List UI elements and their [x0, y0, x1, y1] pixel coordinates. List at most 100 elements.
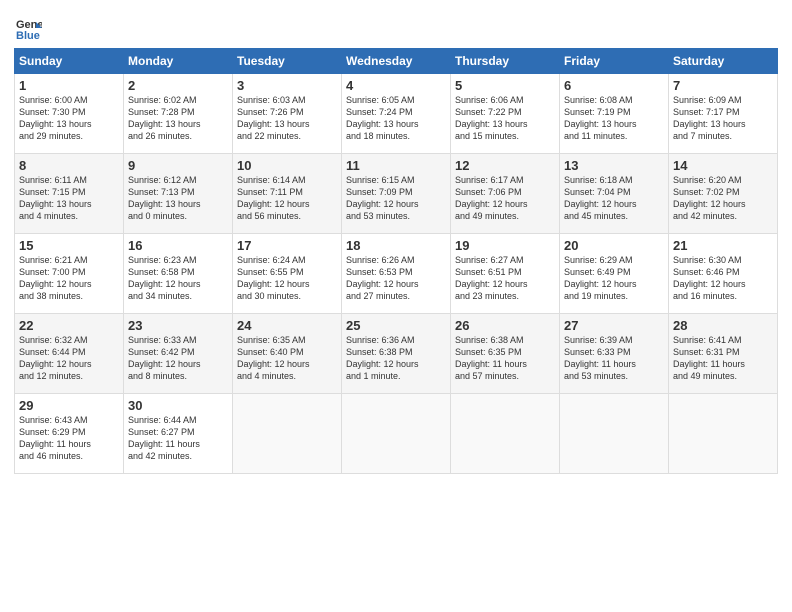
calendar-cell: 21Sunrise: 6:30 AM Sunset: 6:46 PM Dayli… — [669, 234, 778, 314]
day-header-thursday: Thursday — [451, 49, 560, 74]
day-info: Sunrise: 6:43 AM Sunset: 6:29 PM Dayligh… — [19, 414, 119, 463]
day-info: Sunrise: 6:08 AM Sunset: 7:19 PM Dayligh… — [564, 94, 664, 143]
day-number: 24 — [237, 318, 337, 333]
calendar-cell: 7Sunrise: 6:09 AM Sunset: 7:17 PM Daylig… — [669, 74, 778, 154]
week-row: 1Sunrise: 6:00 AM Sunset: 7:30 PM Daylig… — [15, 74, 778, 154]
day-number: 21 — [673, 238, 773, 253]
day-info: Sunrise: 6:41 AM Sunset: 6:31 PM Dayligh… — [673, 334, 773, 383]
calendar-cell: 22Sunrise: 6:32 AM Sunset: 6:44 PM Dayli… — [15, 314, 124, 394]
day-number: 30 — [128, 398, 228, 413]
day-number: 7 — [673, 78, 773, 93]
page-container: General Blue SundayMondayTuesdayWednesda… — [0, 0, 792, 484]
day-number: 26 — [455, 318, 555, 333]
day-header-tuesday: Tuesday — [233, 49, 342, 74]
day-info: Sunrise: 6:21 AM Sunset: 7:00 PM Dayligh… — [19, 254, 119, 303]
day-info: Sunrise: 6:18 AM Sunset: 7:04 PM Dayligh… — [564, 174, 664, 223]
day-info: Sunrise: 6:12 AM Sunset: 7:13 PM Dayligh… — [128, 174, 228, 223]
logo-icon: General Blue — [14, 14, 42, 42]
day-info: Sunrise: 6:38 AM Sunset: 6:35 PM Dayligh… — [455, 334, 555, 383]
calendar-cell: 4Sunrise: 6:05 AM Sunset: 7:24 PM Daylig… — [342, 74, 451, 154]
calendar-cell: 1Sunrise: 6:00 AM Sunset: 7:30 PM Daylig… — [15, 74, 124, 154]
calendar-cell: 15Sunrise: 6:21 AM Sunset: 7:00 PM Dayli… — [15, 234, 124, 314]
calendar-cell: 30Sunrise: 6:44 AM Sunset: 6:27 PM Dayli… — [124, 394, 233, 474]
day-info: Sunrise: 6:36 AM Sunset: 6:38 PM Dayligh… — [346, 334, 446, 383]
day-info: Sunrise: 6:30 AM Sunset: 6:46 PM Dayligh… — [673, 254, 773, 303]
day-info: Sunrise: 6:15 AM Sunset: 7:09 PM Dayligh… — [346, 174, 446, 223]
day-number: 25 — [346, 318, 446, 333]
day-info: Sunrise: 6:11 AM Sunset: 7:15 PM Dayligh… — [19, 174, 119, 223]
day-info: Sunrise: 6:29 AM Sunset: 6:49 PM Dayligh… — [564, 254, 664, 303]
day-number: 27 — [564, 318, 664, 333]
calendar-cell: 18Sunrise: 6:26 AM Sunset: 6:53 PM Dayli… — [342, 234, 451, 314]
calendar-cell: 9Sunrise: 6:12 AM Sunset: 7:13 PM Daylig… — [124, 154, 233, 234]
calendar-cell: 10Sunrise: 6:14 AM Sunset: 7:11 PM Dayli… — [233, 154, 342, 234]
day-info: Sunrise: 6:02 AM Sunset: 7:28 PM Dayligh… — [128, 94, 228, 143]
day-header-sunday: Sunday — [15, 49, 124, 74]
day-number: 14 — [673, 158, 773, 173]
week-row: 29Sunrise: 6:43 AM Sunset: 6:29 PM Dayli… — [15, 394, 778, 474]
day-number: 8 — [19, 158, 119, 173]
calendar-header: SundayMondayTuesdayWednesdayThursdayFrid… — [15, 49, 778, 74]
header: General Blue — [14, 10, 778, 42]
day-info: Sunrise: 6:32 AM Sunset: 6:44 PM Dayligh… — [19, 334, 119, 383]
day-info: Sunrise: 6:05 AM Sunset: 7:24 PM Dayligh… — [346, 94, 446, 143]
day-info: Sunrise: 6:33 AM Sunset: 6:42 PM Dayligh… — [128, 334, 228, 383]
day-number: 16 — [128, 238, 228, 253]
header-row: SundayMondayTuesdayWednesdayThursdayFrid… — [15, 49, 778, 74]
day-info: Sunrise: 6:24 AM Sunset: 6:55 PM Dayligh… — [237, 254, 337, 303]
day-header-wednesday: Wednesday — [342, 49, 451, 74]
day-info: Sunrise: 6:39 AM Sunset: 6:33 PM Dayligh… — [564, 334, 664, 383]
day-info: Sunrise: 6:23 AM Sunset: 6:58 PM Dayligh… — [128, 254, 228, 303]
day-info: Sunrise: 6:00 AM Sunset: 7:30 PM Dayligh… — [19, 94, 119, 143]
calendar-cell — [451, 394, 560, 474]
day-number: 15 — [19, 238, 119, 253]
calendar-cell: 2Sunrise: 6:02 AM Sunset: 7:28 PM Daylig… — [124, 74, 233, 154]
calendar-cell: 28Sunrise: 6:41 AM Sunset: 6:31 PM Dayli… — [669, 314, 778, 394]
calendar-cell: 23Sunrise: 6:33 AM Sunset: 6:42 PM Dayli… — [124, 314, 233, 394]
day-number: 20 — [564, 238, 664, 253]
day-number: 11 — [346, 158, 446, 173]
day-number: 4 — [346, 78, 446, 93]
calendar-cell: 29Sunrise: 6:43 AM Sunset: 6:29 PM Dayli… — [15, 394, 124, 474]
day-number: 1 — [19, 78, 119, 93]
day-info: Sunrise: 6:20 AM Sunset: 7:02 PM Dayligh… — [673, 174, 773, 223]
calendar-cell: 17Sunrise: 6:24 AM Sunset: 6:55 PM Dayli… — [233, 234, 342, 314]
day-number: 18 — [346, 238, 446, 253]
calendar-cell: 20Sunrise: 6:29 AM Sunset: 6:49 PM Dayli… — [560, 234, 669, 314]
week-row: 15Sunrise: 6:21 AM Sunset: 7:00 PM Dayli… — [15, 234, 778, 314]
day-number: 6 — [564, 78, 664, 93]
calendar-cell — [669, 394, 778, 474]
day-info: Sunrise: 6:26 AM Sunset: 6:53 PM Dayligh… — [346, 254, 446, 303]
calendar-cell: 24Sunrise: 6:35 AM Sunset: 6:40 PM Dayli… — [233, 314, 342, 394]
calendar-cell: 11Sunrise: 6:15 AM Sunset: 7:09 PM Dayli… — [342, 154, 451, 234]
day-number: 23 — [128, 318, 228, 333]
calendar-body: 1Sunrise: 6:00 AM Sunset: 7:30 PM Daylig… — [15, 74, 778, 474]
week-row: 22Sunrise: 6:32 AM Sunset: 6:44 PM Dayli… — [15, 314, 778, 394]
calendar-cell: 3Sunrise: 6:03 AM Sunset: 7:26 PM Daylig… — [233, 74, 342, 154]
day-info: Sunrise: 6:14 AM Sunset: 7:11 PM Dayligh… — [237, 174, 337, 223]
day-number: 28 — [673, 318, 773, 333]
day-number: 12 — [455, 158, 555, 173]
calendar-cell — [560, 394, 669, 474]
day-number: 17 — [237, 238, 337, 253]
day-number: 2 — [128, 78, 228, 93]
day-info: Sunrise: 6:03 AM Sunset: 7:26 PM Dayligh… — [237, 94, 337, 143]
calendar-cell — [233, 394, 342, 474]
day-number: 19 — [455, 238, 555, 253]
calendar-cell: 13Sunrise: 6:18 AM Sunset: 7:04 PM Dayli… — [560, 154, 669, 234]
day-info: Sunrise: 6:27 AM Sunset: 6:51 PM Dayligh… — [455, 254, 555, 303]
calendar-cell: 25Sunrise: 6:36 AM Sunset: 6:38 PM Dayli… — [342, 314, 451, 394]
calendar-cell: 19Sunrise: 6:27 AM Sunset: 6:51 PM Dayli… — [451, 234, 560, 314]
day-number: 5 — [455, 78, 555, 93]
calendar-cell: 12Sunrise: 6:17 AM Sunset: 7:06 PM Dayli… — [451, 154, 560, 234]
day-info: Sunrise: 6:09 AM Sunset: 7:17 PM Dayligh… — [673, 94, 773, 143]
day-info: Sunrise: 6:17 AM Sunset: 7:06 PM Dayligh… — [455, 174, 555, 223]
day-header-saturday: Saturday — [669, 49, 778, 74]
svg-text:Blue: Blue — [16, 30, 40, 42]
logo: General Blue — [14, 14, 44, 42]
calendar-cell: 27Sunrise: 6:39 AM Sunset: 6:33 PM Dayli… — [560, 314, 669, 394]
day-number: 10 — [237, 158, 337, 173]
calendar-cell: 26Sunrise: 6:38 AM Sunset: 6:35 PM Dayli… — [451, 314, 560, 394]
day-info: Sunrise: 6:44 AM Sunset: 6:27 PM Dayligh… — [128, 414, 228, 463]
calendar-cell — [342, 394, 451, 474]
